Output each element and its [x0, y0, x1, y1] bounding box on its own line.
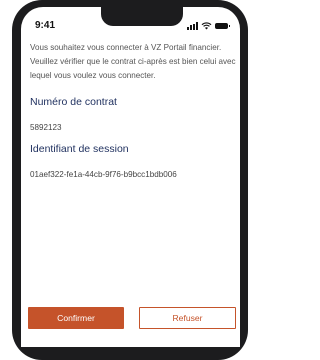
signal-icon — [187, 21, 198, 30]
confirm-button[interactable]: Confirmer — [28, 307, 124, 329]
status-time: 9:41 — [35, 20, 56, 31]
contract-number-label: Numéro de contrat — [30, 96, 117, 108]
intro-message: Vous souhaitez vous connecter à VZ Porta… — [30, 43, 236, 80]
session-id-value: 01aef322-fe1a-44cb-9f76-b9bcc1bdb006 — [30, 170, 177, 179]
refuse-button[interactable]: Refuser — [139, 307, 236, 329]
battery-icon — [215, 22, 230, 29]
status-icons — [187, 21, 230, 30]
phone-screen: 9:41 Vous souhaitez vous connecter à VZ … — [21, 7, 240, 347]
session-id-label: Identifiant de session — [30, 143, 129, 155]
contract-number-value: 5892123 — [30, 123, 62, 132]
notch — [101, 7, 183, 26]
wifi-icon — [201, 21, 212, 30]
